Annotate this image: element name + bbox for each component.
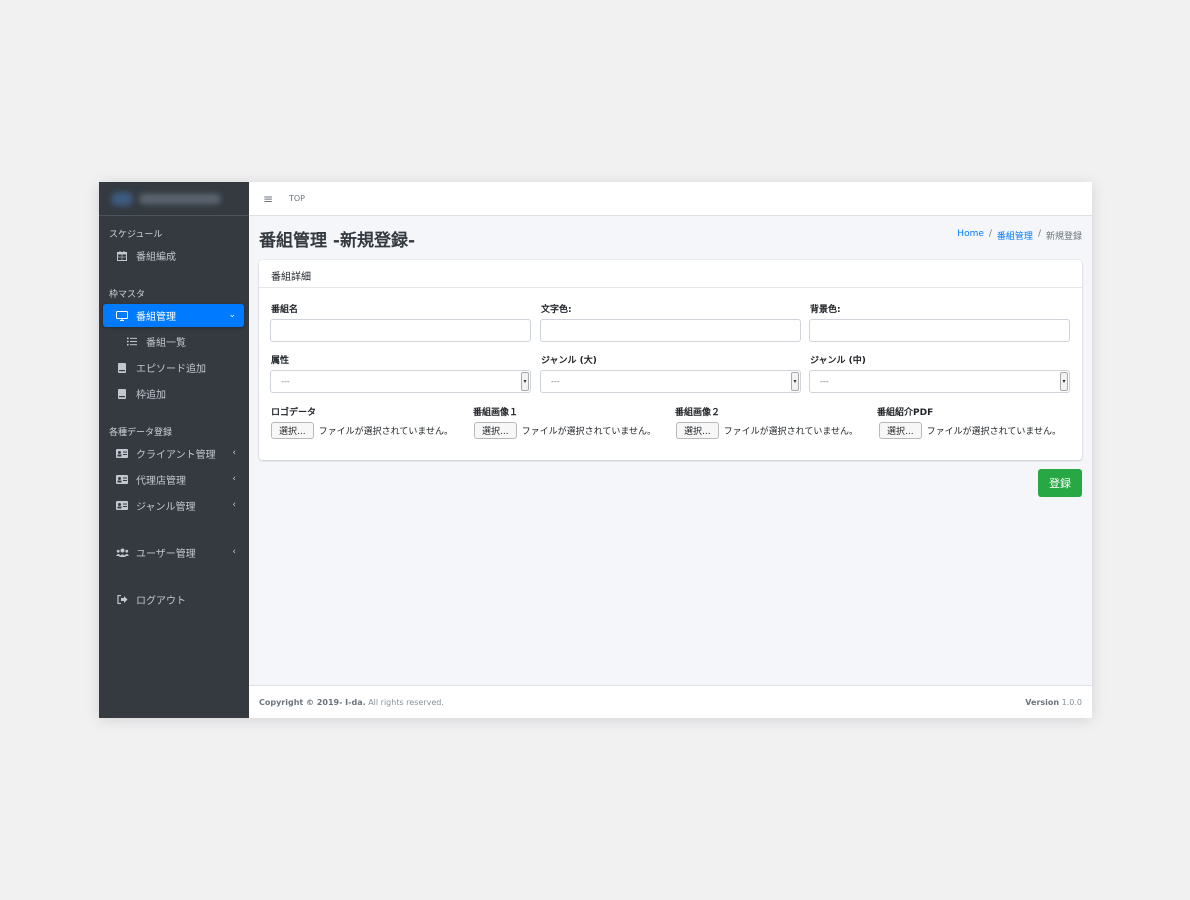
logo-data-file-input[interactable]: 選択... ファイルが選択されていません。: [271, 422, 453, 439]
register-button[interactable]: 登録: [1038, 469, 1082, 497]
monitor-icon: [115, 310, 129, 321]
program-image-2-file-input[interactable]: 選択... ファイルが選択されていません。: [676, 422, 858, 439]
sidebar-item-label: ユーザー管理: [136, 549, 196, 560]
top-link[interactable]: TOP: [289, 194, 305, 203]
card-title: 番組詳細: [259, 260, 1082, 288]
sidebar-item-label: ログアウト: [136, 596, 186, 607]
logo-data-label: ロゴデータ: [271, 408, 317, 418]
sidebar-item-label: エピソード追加: [136, 364, 206, 375]
nav-header-schedule: スケジュール: [109, 230, 163, 240]
calendar-icon: [115, 250, 129, 261]
users-icon: [115, 547, 129, 558]
file-status: ファイルが選択されていません。: [318, 427, 454, 437]
sidebar: スケジュール 番組編成 枠マスタ 番組管理 ⌄ 番組一覧 エピソード追加 枠追加…: [99, 182, 249, 718]
program-image-2-label: 番組画像２: [675, 408, 721, 418]
sidebar-item-label: ジャンル管理: [136, 502, 196, 513]
program-name-input[interactable]: [270, 319, 531, 342]
breadcrumb-separator: /: [1037, 229, 1041, 239]
chevron-left-icon: ‹: [232, 500, 236, 510]
program-image-1-label: 番組画像１: [473, 408, 519, 418]
page-title: 番組管理 -新規登録-: [259, 231, 416, 251]
attribute-label: 属性: [271, 356, 290, 366]
sidebar-item-label: 番組編成: [136, 252, 176, 263]
sidebar-item-program-schedule[interactable]: 番組編成: [103, 244, 244, 267]
file-status: ファイルが選択されていません。: [926, 427, 1062, 437]
sidebar-item-program-management[interactable]: 番組管理 ⌄: [103, 304, 244, 327]
sidebar-item-user-management[interactable]: ユーザー管理 ‹: [103, 541, 244, 564]
id-card-icon: [115, 500, 129, 511]
copyright-rest: All rights reserved.: [365, 697, 444, 707]
sidebar-item-label: 代理店管理: [136, 476, 186, 487]
app-window: スケジュール 番組編成 枠マスタ 番組管理 ⌄ 番組一覧 エピソード追加 枠追加…: [99, 182, 1092, 718]
copyright: Copyright © 2019- I-da. All rights reser…: [259, 698, 444, 707]
list-icon: [125, 336, 139, 347]
chevron-left-icon: ‹: [232, 474, 236, 484]
logout-icon: [115, 594, 129, 605]
program-pdf-file-input[interactable]: 選択... ファイルが選択されていません。: [879, 422, 1061, 439]
file-select-button[interactable]: 選択...: [474, 422, 517, 439]
program-detail-card: 番組詳細 番組名 文字色: 背景色: 属性 ジャンル (大) ジャンル (中) …: [259, 260, 1082, 460]
nav-header-data-registration: 各種データ登録: [109, 428, 173, 438]
sidebar-item-add-frame[interactable]: 枠追加: [103, 382, 244, 405]
select-value: ---: [820, 377, 829, 386]
file-select-button[interactable]: 選択...: [676, 422, 719, 439]
genre-large-label: ジャンル (大): [541, 356, 597, 366]
sidebar-item-label: 枠追加: [136, 390, 166, 401]
sidebar-item-logout[interactable]: ログアウト: [103, 588, 244, 611]
program-name-label: 番組名: [271, 305, 299, 315]
program-image-1-file-input[interactable]: 選択... ファイルが選択されていません。: [474, 422, 656, 439]
sidebar-item-genre-management[interactable]: ジャンル管理 ‹: [103, 494, 244, 517]
file-status: ファイルが選択されていません。: [723, 427, 859, 437]
attribute-select[interactable]: --- ▾: [270, 370, 531, 393]
sidebar-item-label: 番組一覧: [146, 338, 186, 349]
chevron-left-icon: ‹: [232, 547, 236, 557]
footer: Copyright © 2019- I-da. All rights reser…: [249, 685, 1092, 718]
breadcrumb: Home / 番組管理 / 新規登録: [957, 229, 1082, 242]
file-select-button[interactable]: 選択...: [271, 422, 314, 439]
chevron-left-icon: ‹: [232, 448, 236, 458]
file-select-button[interactable]: 選択...: [879, 422, 922, 439]
sidebar-item-program-list[interactable]: 番組一覧: [103, 330, 244, 353]
version-info: Version 1.0.0: [1025, 698, 1082, 707]
sidebar-item-label: クライアント管理: [136, 450, 216, 461]
top-navbar: ≡ TOP: [249, 182, 1092, 216]
book-icon: [115, 362, 129, 373]
breadcrumb-separator: /: [988, 229, 992, 239]
select-value: ---: [551, 377, 560, 386]
sidebar-item-client-management[interactable]: クライアント管理 ‹: [103, 442, 244, 465]
id-card-icon: [115, 474, 129, 485]
version-label: Version: [1025, 697, 1060, 707]
genre-medium-label: ジャンル (中): [810, 356, 866, 366]
sidebar-item-agency-management[interactable]: 代理店管理 ‹: [103, 468, 244, 491]
version-number: 1.0.0: [1059, 697, 1082, 707]
text-color-input[interactable]: [540, 319, 801, 342]
breadcrumb-section-link[interactable]: 番組管理: [997, 229, 1033, 242]
breadcrumb-home-link[interactable]: Home: [957, 229, 984, 242]
caret-down-icon: ▾: [521, 372, 529, 391]
text-color-label: 文字色:: [541, 305, 572, 315]
genre-large-select[interactable]: --- ▾: [540, 370, 801, 393]
genre-medium-select[interactable]: --- ▾: [809, 370, 1070, 393]
hamburger-menu-icon[interactable]: ≡: [263, 192, 273, 206]
caret-down-icon: ▾: [1060, 372, 1068, 391]
bg-color-label: 背景色:: [810, 305, 841, 315]
file-status: ファイルが選択されていません。: [521, 427, 657, 437]
chevron-down-icon: ⌄: [228, 310, 236, 320]
caret-down-icon: ▾: [791, 372, 799, 391]
bg-color-input[interactable]: [809, 319, 1070, 342]
main-content: ≡ TOP 番組管理 -新規登録- Home / 番組管理 / 新規登録 番組詳…: [249, 182, 1092, 718]
sidebar-item-label: 番組管理: [136, 312, 176, 323]
book-icon: [115, 388, 129, 399]
breadcrumb-current: 新規登録: [1045, 232, 1082, 242]
id-card-icon: [115, 448, 129, 459]
nav-header-frame-master: 枠マスタ: [109, 290, 146, 300]
sidebar-item-add-episode[interactable]: エピソード追加: [103, 356, 244, 379]
copyright-strong: Copyright © 2019- I-da.: [259, 697, 366, 707]
select-value: ---: [281, 377, 290, 386]
brand-logo[interactable]: [99, 182, 249, 216]
program-pdf-label: 番組紹介PDF: [877, 408, 934, 418]
